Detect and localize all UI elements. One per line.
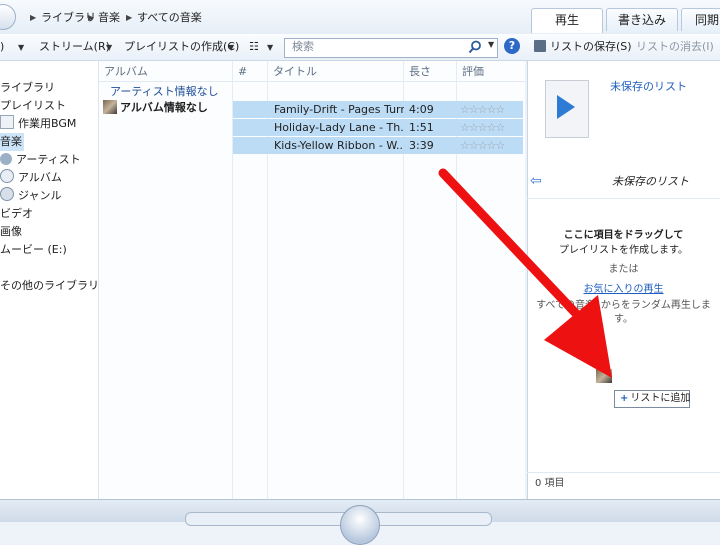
column-header-length[interactable]: 長さ — [409, 64, 431, 80]
nav-playlist-label: 作業用BGM — [18, 117, 77, 130]
track-title: Holiday-Lady Lane - Th... — [274, 121, 404, 134]
nav-video[interactable]: ビデオ — [0, 205, 33, 223]
count-divider — [527, 472, 720, 473]
nav-artist-label: アーティスト — [16, 153, 81, 166]
track-title: Kids-Yellow Ribbon - W... — [274, 139, 404, 152]
play-favorites-link[interactable]: お気に入りの再生 — [584, 284, 664, 295]
add-to-list-tooltip: + リストに追加 — [614, 390, 690, 408]
table-row[interactable]: Holiday-Lady Lane - Th... 1:51 ☆☆☆☆☆ — [233, 119, 523, 136]
header-divider — [99, 81, 525, 82]
genre-icon — [0, 187, 14, 201]
drag-hint-line-1: ここに項目をドラッグして — [563, 230, 684, 241]
back-arrow-icon[interactable]: ⇦ — [530, 173, 542, 189]
unsaved-list-link[interactable]: 未保存のリスト — [610, 79, 687, 95]
album-icon — [0, 169, 14, 183]
create-playlist-menu[interactable]: プレイリストの作成(C) — [124, 39, 239, 55]
nav-music[interactable]: 音楽 — [0, 133, 24, 151]
chevron-right-icon: ▶ — [30, 13, 37, 22]
nav-other-libraries[interactable]: その他のライブラリ — [0, 277, 99, 295]
add-to-list-label: リストに追加 — [630, 393, 691, 404]
rating-stars[interactable]: ☆☆☆☆☆ — [460, 101, 505, 118]
nav-album[interactable]: アルバム — [0, 169, 62, 187]
chevron-right-icon: ▶ — [126, 13, 133, 22]
organize-menu[interactable]: ) — [0, 39, 4, 55]
rating-stars[interactable]: ☆☆☆☆☆ — [460, 137, 505, 154]
chevron-down-icon: ▼ — [106, 43, 113, 52]
play-button[interactable] — [340, 505, 380, 545]
or-text: または — [608, 264, 639, 275]
stream-menu[interactable]: ストリーム(R) — [39, 39, 110, 55]
track-title: Family-Drift - Pages Turn — [274, 103, 404, 116]
table-row[interactable]: Kids-Yellow Ribbon - W... 3:39 ☆☆☆☆☆ — [233, 137, 523, 154]
shuffle-hint-line-1: すべての音楽' からをランダム再生しま — [536, 300, 711, 311]
search-icon[interactable] — [468, 40, 482, 54]
track-length: 4:09 — [409, 103, 434, 116]
drag-thumbnail — [596, 369, 612, 383]
clear-list-button[interactable]: リストの消去(I) — [636, 39, 714, 55]
nav-library[interactable]: ライブラリ — [0, 79, 55, 97]
nav-playlists[interactable]: プレイリスト — [0, 97, 66, 115]
chevron-right-icon: ▶ — [88, 13, 95, 22]
track-length: 3:39 — [409, 139, 434, 152]
tab-sync[interactable]: 同期 — [681, 8, 720, 31]
chevron-down-icon: ▼ — [18, 43, 25, 52]
album-art-thumbnail — [103, 100, 117, 114]
tab-play[interactable]: 再生 — [531, 8, 603, 33]
column-header-album[interactable]: アルバム — [104, 64, 148, 80]
tab-burn[interactable]: 書き込み — [606, 8, 678, 31]
breadcrumb-music[interactable]: 音楽 — [98, 10, 120, 26]
plus-icon: + — [620, 393, 629, 404]
nav-playlist-item[interactable]: 作業用BGM — [0, 115, 76, 133]
nav-movie-drive[interactable]: ムービー (E:) — [0, 241, 67, 259]
save-list-button[interactable]: リストの保存(S) — [550, 39, 632, 55]
search-input[interactable] — [284, 38, 498, 58]
rating-stars[interactable]: ☆☆☆☆☆ — [460, 119, 505, 136]
album-group-name[interactable]: アルバム情報なし — [120, 100, 208, 116]
play-icon — [557, 95, 575, 119]
shuffle-hint-line-2: す。 — [614, 314, 633, 325]
view-options-icon[interactable]: ☷ — [249, 39, 259, 55]
playlist-icon — [0, 115, 14, 129]
list-divider — [527, 198, 720, 199]
list-title: 未保存のリスト — [612, 175, 689, 188]
breadcrumb-all-music[interactable]: すべての音楽 — [137, 10, 202, 26]
drag-hint-line-2: プレイリストを作成します。 — [559, 245, 688, 256]
nav-artist[interactable]: アーティスト — [0, 151, 81, 169]
save-icon — [534, 40, 546, 52]
artist-group-header[interactable]: アーティスト情報なし — [110, 85, 219, 99]
chevron-down-icon: ▼ — [267, 43, 274, 52]
help-icon[interactable]: ? — [504, 38, 520, 54]
playback-controls-frame — [185, 512, 492, 526]
nav-pictures[interactable]: 画像 — [0, 223, 22, 241]
chevron-down-icon: ▼ — [228, 43, 235, 52]
column-header-number[interactable]: # — [238, 64, 247, 80]
nav-genre-label: ジャンル — [18, 189, 62, 202]
column-header-title[interactable]: タイトル — [273, 64, 317, 80]
nav-genre[interactable]: ジャンル — [0, 187, 61, 205]
nav-album-label: アルバム — [18, 171, 62, 184]
column-header-rating[interactable]: 評価 — [462, 64, 484, 80]
table-row[interactable]: Family-Drift - Pages Turn 4:09 ☆☆☆☆☆ — [233, 101, 523, 118]
search-dropdown-icon[interactable]: ▼ — [488, 40, 494, 49]
item-count: 0 項目 — [535, 478, 565, 489]
search-placeholder: 検索 — [292, 40, 314, 53]
artist-icon — [0, 153, 12, 165]
track-length: 1:51 — [409, 121, 434, 134]
